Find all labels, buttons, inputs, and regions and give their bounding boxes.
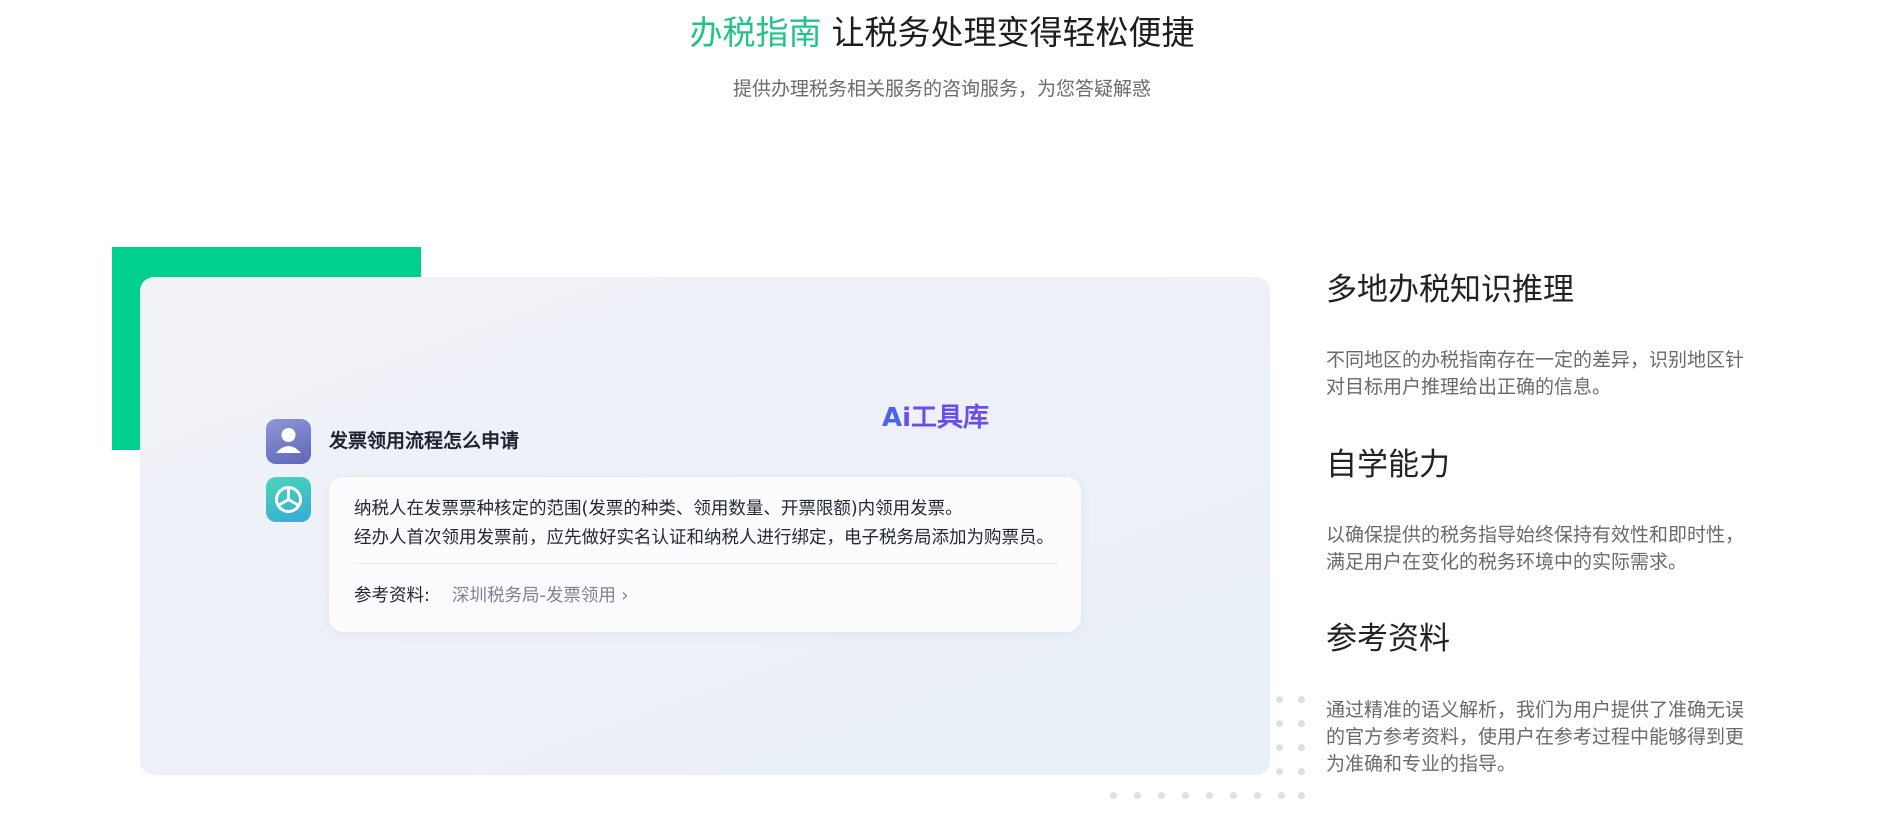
- section-subtitle: 提供办理税务相关服务的咨询服务，为您答疑解惑: [732, 78, 1151, 100]
- feature-desc-multi-region: 不同地区的办税指南存在一定的差异，识别地区针 对目标用户推理给出正确的信息。: [1326, 347, 1776, 401]
- watermark-logo-text: i工具库: [902, 403, 990, 433]
- feature-desc-self-learning: 以确保提供的税务指导始终保持有效性和即时性， 满足用户在变化的税务环境中的实际需…: [1326, 522, 1776, 576]
- section-title-rest: 让税务处理变得轻松便捷: [831, 13, 1195, 52]
- feature-desc-line: 满足用户在变化的税务环境中的实际需求。: [1326, 551, 1688, 573]
- user-avatar-icon: [266, 419, 311, 464]
- watermark-logo-mark: A: [882, 403, 903, 433]
- bot-logo-icon: [266, 477, 311, 522]
- feature-title-references: 参考资料: [1326, 621, 1450, 657]
- feature-desc-line: 为准确和专业的指导。: [1326, 753, 1517, 775]
- feature-desc-line: 对目标用户推理给出正确的信息。: [1326, 376, 1612, 398]
- feature-desc-line: 不同地区的办税指南存在一定的差异，识别地区针: [1326, 349, 1745, 371]
- answer-divider: [354, 563, 1058, 564]
- reference-label: 参考资料:: [354, 586, 430, 606]
- feature-desc-line: 通过精准的语义解析，我们为用户提供了准确无误: [1326, 699, 1745, 721]
- feature-title-self-learning: 自学能力: [1326, 447, 1450, 483]
- feature-desc-line: 的官方参考资料，使用户在参考过程中能够得到更: [1326, 726, 1745, 748]
- answer-text-line: 纳税人在发票票种核定的范围(发票的种类、领用数量、开票限额)内领用发票。: [354, 499, 963, 519]
- user-question: 发票领用流程怎么申请: [329, 430, 520, 452]
- reference-link[interactable]: 深圳税务局-发票领用 ›: [452, 584, 628, 608]
- feature-desc-line: 以确保提供的税务指导始终保持有效性和即时性，: [1326, 524, 1745, 546]
- section-title: 办税指南 让税务处理变得轻松便捷: [0, 12, 1884, 54]
- feature-desc-references: 通过精准的语义解析，我们为用户提供了准确无误 的官方参考资料，使用户在参考过程中…: [1326, 697, 1776, 778]
- bot-answer-card: 纳税人在发票票种核定的范围(发票的种类、领用数量、开票限额)内领用发票。 经办人…: [329, 477, 1081, 632]
- section-title-accent: 办税指南: [689, 13, 822, 52]
- feature-title-multi-region: 多地办税知识推理: [1326, 272, 1574, 308]
- watermark-logo: Ai工具库: [882, 401, 989, 435]
- answer-text-line: 经办人首次领用发票前，应先做好实名认证和纳税人进行绑定，电子税务局添加为购票员。: [354, 528, 1054, 548]
